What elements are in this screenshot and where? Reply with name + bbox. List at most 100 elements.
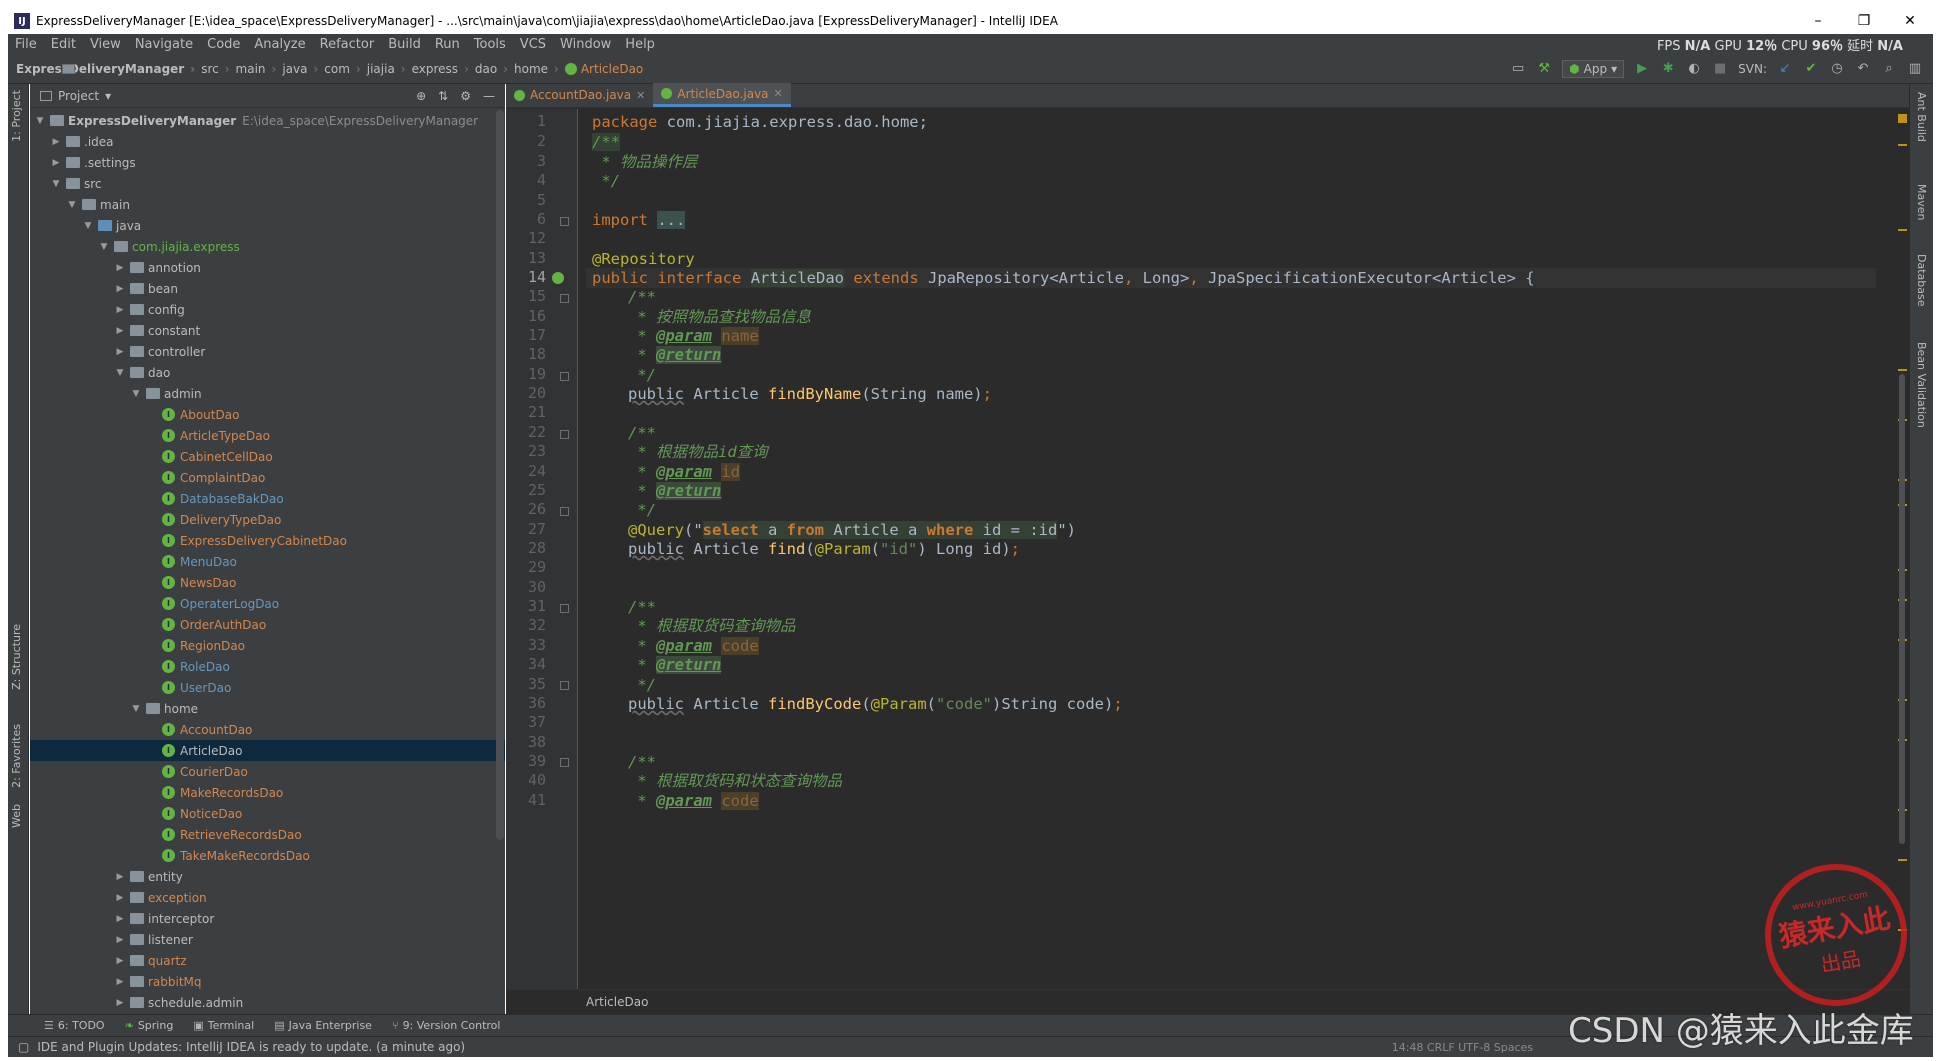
breadcrumb-java[interactable]: java › <box>62 62 324 76</box>
fold-marker[interactable] <box>560 430 569 439</box>
breadcrumb-com[interactable]: com › <box>62 62 366 76</box>
chevron-down-icon[interactable]: ▼ <box>50 179 62 189</box>
breadcrumb-project[interactable]: ExpressDeliveryManager › <box>16 62 201 76</box>
menu-file[interactable]: File <box>8 37 44 52</box>
tree-class-noticedao[interactable]: I NoticeDao <box>30 803 505 824</box>
java-enterprise-tool-tab[interactable]: ▤ Java Enterprise <box>274 1019 372 1032</box>
locate-icon[interactable]: ⊕ <box>416 89 426 103</box>
tree-class-databasebakdao[interactable]: I DatabaseBakDao <box>30 488 505 509</box>
layout-icon[interactable]: ▥ <box>1907 61 1923 77</box>
tree-node-constant[interactable]: ▶ constant <box>30 320 505 341</box>
tree-node-root[interactable]: ▼ ExpressDeliveryManager E:\idea_space\Exp… <box>30 110 505 131</box>
svn-update-icon[interactable]: ↙ <box>1777 61 1793 77</box>
breadcrumb-main[interactable]: main › <box>62 62 283 76</box>
project-scrollbar[interactable] <box>496 110 504 840</box>
stripe-mark[interactable] <box>1898 144 1907 146</box>
tree-node-exception[interactable]: ▶ exception <box>30 887 505 908</box>
tree-class-expressdeliverycabinetdao[interactable]: I ExpressDeliveryCabinetDao <box>30 530 505 551</box>
chevron-right-icon[interactable]: ▶ <box>114 326 126 336</box>
minimize-button[interactable]: – <box>1795 13 1841 29</box>
menu-run[interactable]: Run <box>428 37 467 52</box>
chevron-right-icon[interactable]: ▶ <box>114 935 126 945</box>
chevron-down-icon[interactable]: ▾ <box>105 89 111 103</box>
tree-node-java[interactable]: ▼ java <box>30 215 505 236</box>
tree-class-roledao[interactable]: I RoleDao <box>30 656 505 677</box>
warning-indicator[interactable] <box>1898 114 1907 123</box>
fold-marker[interactable] <box>560 758 569 767</box>
caret-position[interactable]: 14:48 CRLF UTF-8 Spaces <box>1392 1041 1533 1054</box>
chevron-down-icon[interactable]: ▼ <box>98 242 110 252</box>
tab-accountdao[interactable]: AccountDao.java ✕ <box>506 83 653 107</box>
menu-analyze[interactable]: Analyze <box>247 37 312 52</box>
chevron-right-icon[interactable]: ▶ <box>114 998 126 1008</box>
chevron-right-icon[interactable]: ▶ <box>114 893 126 903</box>
maven-tool-tab[interactable]: Maven <box>1915 184 1928 220</box>
breadcrumb-dao[interactable]: dao › <box>62 62 514 76</box>
breadcrumb-src[interactable]: src › <box>62 62 235 76</box>
stripe-mark[interactable] <box>1898 859 1907 861</box>
menu-help[interactable]: Help <box>618 37 662 52</box>
menu-window[interactable]: Window <box>553 37 618 52</box>
menu-edit[interactable]: Edit <box>44 37 83 52</box>
chevron-right-icon[interactable]: ▶ <box>114 914 126 924</box>
breadcrumb-file[interactable]: ArticleDao <box>564 62 643 76</box>
bean-validation-tool-tab[interactable]: Bean Validation <box>1915 342 1928 428</box>
chevron-right-icon[interactable]: ▶ <box>114 263 126 273</box>
frame-icon[interactable]: ▭ <box>1510 61 1526 77</box>
menu-navigate[interactable]: Navigate <box>128 37 200 52</box>
tree-node-quartz[interactable]: ▶ quartz <box>30 950 505 971</box>
menu-code[interactable]: Code <box>200 37 247 52</box>
chevron-right-icon[interactable]: ▶ <box>50 137 62 147</box>
chevron-down-icon[interactable]: ▼ <box>66 200 78 210</box>
chevron-right-icon[interactable]: ▶ <box>114 956 126 966</box>
menu-refactor[interactable]: Refactor <box>313 37 382 52</box>
menu-build[interactable]: Build <box>381 37 428 52</box>
tree-node-entity[interactable]: ▶ entity <box>30 866 505 887</box>
tree-node-src[interactable]: ▼ src <box>30 173 505 194</box>
tree-class-regiondao[interactable]: I RegionDao <box>30 635 505 656</box>
tree-node-controller[interactable]: ▶ controller <box>30 341 505 362</box>
tree-node-interceptor[interactable]: ▶ interceptor <box>30 908 505 929</box>
svn-commit-icon[interactable]: ✔ <box>1803 61 1819 77</box>
fold-marker[interactable] <box>560 372 569 381</box>
run-icon[interactable]: ▶ <box>1634 61 1650 77</box>
tree-node-dao[interactable]: ▼ dao <box>30 362 505 383</box>
tree-node-rabbitmq[interactable]: ▶ rabbitMq <box>30 971 505 992</box>
structure-tool-tab[interactable]: Z: Structure <box>10 624 23 690</box>
tree-node-schedule[interactable]: ▶ schedule.admin <box>30 992 505 1013</box>
tree-node-settings[interactable]: ▶ .settings <box>30 152 505 173</box>
breadcrumb-express[interactable]: express › <box>62 62 475 76</box>
tree-class-menudao[interactable]: I MenuDao <box>30 551 505 572</box>
version-control-tool-tab[interactable]: ⑂ 9: Version Control <box>392 1019 501 1032</box>
chevron-right-icon[interactable]: ▶ <box>114 872 126 882</box>
fold-marker[interactable] <box>560 604 569 613</box>
editor-vertical-scrollbar[interactable] <box>1899 374 1905 844</box>
tree-node-admin[interactable]: ▼ admin <box>30 383 505 404</box>
tree-class-accountdao[interactable]: I AccountDao <box>30 719 505 740</box>
implemented-icon[interactable] <box>552 272 564 284</box>
project-panel-title[interactable]: Project <box>58 89 99 103</box>
tree-class-newsdao[interactable]: I NewsDao <box>30 572 505 593</box>
menu-tools[interactable]: Tools <box>467 37 513 52</box>
tree-class-aboutdao[interactable]: I AboutDao <box>30 404 505 425</box>
fold-marker[interactable] <box>560 217 569 226</box>
close-button[interactable]: ✕ <box>1887 13 1933 29</box>
chevron-down-icon[interactable]: ▼ <box>82 221 94 231</box>
database-tool-tab[interactable]: Database <box>1915 254 1928 307</box>
chevron-right-icon[interactable]: ▶ <box>114 347 126 357</box>
tree-class-deliverytypedao[interactable]: I DeliveryTypeDao <box>30 509 505 530</box>
coverage-icon[interactable]: ◐ <box>1686 61 1702 77</box>
fold-marker[interactable] <box>560 681 569 690</box>
web-tool-tab[interactable]: Web <box>10 804 23 828</box>
tree-class-userdao[interactable]: I UserDao <box>30 677 505 698</box>
favorites-tool-tab[interactable]: 2: Favorites <box>10 724 23 788</box>
tree-class-courierdao[interactable]: I CourierDao <box>30 761 505 782</box>
close-icon[interactable]: ✕ <box>636 89 645 102</box>
breadcrumb-jiajia[interactable]: jiajia › <box>62 62 412 76</box>
tree-node-config[interactable]: ▶ config <box>30 299 505 320</box>
tree-class-articledao[interactable]: I ArticleDao <box>30 740 505 761</box>
fold-marker[interactable] <box>560 294 569 303</box>
revert-icon[interactable]: ↶ <box>1855 61 1871 77</box>
gear-icon[interactable]: ⚙ <box>460 89 471 103</box>
chevron-down-icon[interactable]: ▼ <box>130 389 142 399</box>
